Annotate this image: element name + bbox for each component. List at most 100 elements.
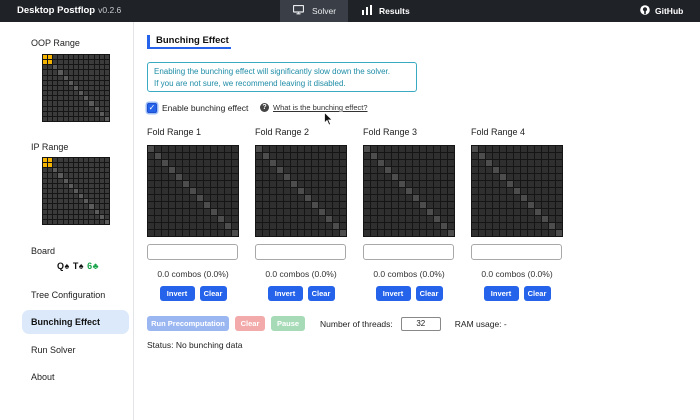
range-cell[interactable]	[53, 183, 58, 188]
range-cell[interactable]	[319, 202, 325, 208]
range-cell[interactable]	[521, 230, 527, 236]
range-cell[interactable]	[94, 209, 99, 214]
range-cell[interactable]	[169, 223, 175, 229]
range-cell[interactable]	[399, 181, 405, 187]
range-cell[interactable]	[73, 199, 79, 204]
range-cell[interactable]	[399, 202, 405, 208]
range-cell[interactable]	[500, 188, 506, 194]
range-cell[interactable]	[176, 216, 182, 222]
range-cell[interactable]	[94, 106, 99, 111]
range-cell[interactable]	[371, 216, 377, 222]
range-cell[interactable]	[385, 216, 391, 222]
range-cell[interactable]	[148, 181, 154, 187]
range-cell[interactable]	[94, 111, 99, 116]
range-cell[interactable]	[298, 146, 304, 152]
range-cell[interactable]	[556, 223, 562, 229]
range-cell[interactable]	[326, 223, 332, 229]
range-cell[interactable]	[53, 55, 58, 60]
range-cell[interactable]	[48, 199, 53, 204]
range-cell[interactable]	[99, 55, 104, 60]
range-cell[interactable]	[270, 160, 276, 166]
range-cell[interactable]	[225, 167, 231, 173]
range-cell[interactable]	[53, 199, 58, 204]
range-cell[interactable]	[549, 195, 555, 201]
range-cell[interactable]	[340, 167, 346, 173]
range-cell[interactable]	[514, 202, 520, 208]
range-cell[interactable]	[225, 146, 231, 152]
range-cell[interactable]	[399, 209, 405, 215]
range-cell[interactable]	[326, 195, 332, 201]
range-cell[interactable]	[79, 55, 84, 60]
range-cell[interactable]	[58, 116, 63, 121]
range-cell[interactable]	[43, 183, 48, 188]
range-cell[interactable]	[104, 163, 109, 168]
range-cell[interactable]	[312, 174, 318, 180]
range-cell[interactable]	[493, 146, 499, 152]
range-cell[interactable]	[326, 160, 332, 166]
range-cell[interactable]	[68, 70, 73, 75]
range-cell[interactable]	[204, 160, 210, 166]
range-cell[interactable]	[493, 160, 499, 166]
range-cell[interactable]	[84, 204, 89, 209]
range-cell[interactable]	[43, 168, 48, 173]
range-cell[interactable]	[68, 178, 73, 183]
range-cell[interactable]	[277, 195, 283, 201]
range-cell[interactable]	[68, 116, 73, 121]
range-cell[interactable]	[434, 160, 440, 166]
range-cell[interactable]	[371, 230, 377, 236]
range-cell[interactable]	[441, 167, 447, 173]
range-cell[interactable]	[176, 146, 182, 152]
range-cell[interactable]	[528, 153, 534, 159]
range-cell[interactable]	[58, 219, 63, 224]
range-cell[interactable]	[84, 80, 89, 85]
range-cell[interactable]	[63, 85, 68, 91]
range-cell[interactable]	[392, 209, 398, 215]
range-cell[interactable]	[434, 216, 440, 222]
range-cell[interactable]	[84, 173, 89, 178]
range-cell[interactable]	[183, 223, 189, 229]
range-cell[interactable]	[183, 160, 189, 166]
range-cell[interactable]	[162, 216, 168, 222]
range-cell[interactable]	[183, 146, 189, 152]
range-cell[interactable]	[43, 194, 48, 199]
range-cell[interactable]	[305, 167, 311, 173]
range-cell[interactable]	[270, 188, 276, 194]
range-cell[interactable]	[535, 195, 541, 201]
range-cell[interactable]	[89, 75, 94, 80]
range-cell[interactable]	[399, 230, 405, 236]
range-cell[interactable]	[58, 55, 63, 60]
clear-button[interactable]: Clear	[199, 286, 227, 301]
range-cell[interactable]	[535, 153, 541, 159]
range-cell[interactable]	[155, 223, 161, 229]
range-cell[interactable]	[312, 216, 318, 222]
range-cell[interactable]	[89, 168, 94, 173]
range-cell[interactable]	[169, 167, 175, 173]
range-cell[interactable]	[99, 91, 104, 96]
range-cell[interactable]	[225, 223, 231, 229]
range-cell[interactable]	[48, 96, 53, 101]
sidebar-item-tree-configuration[interactable]: Tree Configuration	[22, 283, 129, 307]
range-cell[interactable]	[218, 216, 224, 222]
range-cell[interactable]	[392, 216, 398, 222]
help-link[interactable]: What is the bunching effect?	[273, 103, 368, 112]
range-cell[interactable]	[385, 195, 391, 201]
range-cell[interactable]	[48, 55, 53, 60]
range-cell[interactable]	[99, 188, 104, 194]
range-cell[interactable]	[197, 230, 203, 236]
range-cell[interactable]	[104, 214, 109, 219]
range-cell[interactable]	[521, 146, 527, 152]
range-cell[interactable]	[528, 181, 534, 187]
range-cell[interactable]	[162, 195, 168, 201]
range-cell[interactable]	[399, 195, 405, 201]
range-cell[interactable]	[256, 160, 262, 166]
range-cell[interactable]	[263, 230, 269, 236]
sidebar-item-about[interactable]: About	[22, 365, 129, 389]
range-cell[interactable]	[378, 174, 384, 180]
range-cell[interactable]	[104, 158, 109, 163]
range-cell[interactable]	[232, 146, 238, 152]
range-cell[interactable]	[256, 181, 262, 187]
range-cell[interactable]	[263, 195, 269, 201]
range-cell[interactable]	[472, 146, 478, 152]
range-cell[interactable]	[211, 188, 217, 194]
range-cell[interactable]	[420, 202, 426, 208]
